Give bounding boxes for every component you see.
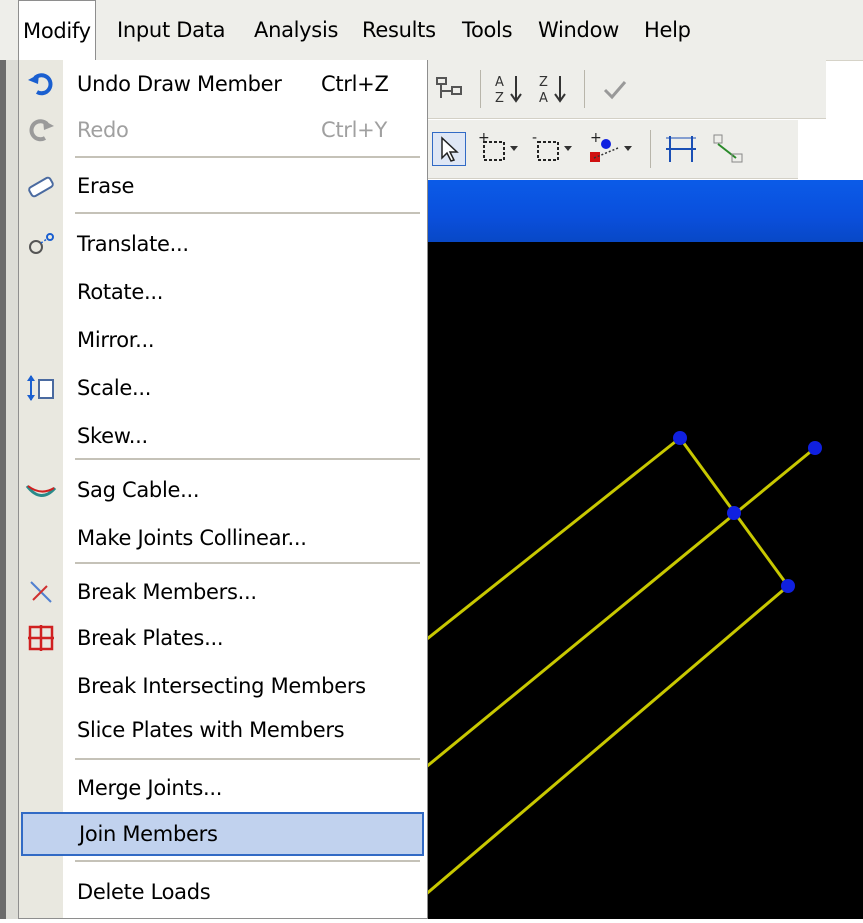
tree-view-icon[interactable]	[434, 74, 464, 104]
menu-item-label: Translate...	[77, 232, 189, 256]
menu-item-mirror[interactable]: Mirror...	[21, 318, 424, 362]
menu-input-data[interactable]: Input Data	[113, 0, 229, 60]
menu-item-make-joints-collinear[interactable]: Make Joints Collinear...	[21, 516, 424, 560]
menu-item-label: Join Members	[79, 822, 218, 846]
menu-item-join-members[interactable]: Join Members	[21, 812, 424, 856]
select-joints-icon[interactable]: +	[584, 130, 640, 168]
menu-item-label: Slice Plates with Members	[77, 718, 345, 742]
menu-item-sag-cable[interactable]: Sag Cable...	[21, 468, 424, 512]
menu-item-label: Undo Draw Member	[77, 72, 282, 96]
menu-separator	[75, 212, 420, 214]
svg-text:Z: Z	[539, 75, 548, 90]
svg-text:-: -	[532, 130, 537, 146]
menu-item-label: Mirror...	[77, 328, 155, 352]
frame-members-icon[interactable]	[662, 130, 702, 168]
menu-item-break-members[interactable]: Break Members...	[21, 570, 424, 614]
menu-item-slice-plates-with-members[interactable]: Slice Plates with Members	[21, 708, 424, 752]
menu-separator	[75, 562, 420, 564]
sort-ascending-icon[interactable]: AZ	[494, 72, 526, 106]
menu-separator	[75, 860, 420, 862]
menu-item-label: Break Plates...	[77, 626, 224, 650]
svg-text:+: +	[590, 130, 602, 146]
toolbar-separator	[584, 70, 585, 108]
menu-item-scale[interactable]: Scale...	[21, 366, 424, 410]
menu-item-label: Merge Joints...	[77, 776, 223, 800]
menu-separator	[75, 758, 420, 760]
menu-item-break-plates[interactable]: Break Plates...	[21, 616, 424, 660]
menu-bar: Modify Input Data Analysis Results Tools…	[0, 0, 863, 61]
translate-icon	[25, 228, 57, 260]
menu-item-erase[interactable]: Erase	[21, 164, 424, 208]
joint-node[interactable]	[673, 431, 687, 445]
svg-text:A: A	[539, 91, 548, 106]
break-plates-icon	[25, 622, 57, 654]
toolbar-separator	[480, 70, 481, 108]
window-frame-edge	[0, 60, 6, 919]
toolbar-row-1: AZ ZA	[428, 60, 826, 119]
joint-node[interactable]	[781, 579, 795, 593]
menu-item-label: Make Joints Collinear...	[77, 526, 307, 550]
menu-item-translate[interactable]: Translate...	[21, 222, 424, 266]
menu-item-label: Delete Loads	[77, 880, 211, 904]
menu-item-delete-loads[interactable]: Delete Loads	[21, 870, 424, 914]
menu-item-break-intersecting-members[interactable]: Break Intersecting Members	[21, 664, 424, 708]
sort-descending-icon[interactable]: ZA	[538, 72, 570, 106]
add-selection-box-icon[interactable]: +	[476, 130, 526, 168]
break-members-icon	[25, 576, 57, 608]
menu-analysis[interactable]: Analysis	[250, 0, 342, 60]
eraser-icon	[25, 170, 57, 202]
menu-separator	[75, 458, 420, 460]
menu-item-shortcut: Ctrl+Y	[321, 118, 387, 142]
sag-cable-icon	[25, 474, 57, 506]
menu-window[interactable]: Window	[534, 0, 623, 60]
menu-item-rotate[interactable]: Rotate...	[21, 270, 424, 314]
menu-item-label: Erase	[77, 174, 135, 198]
svg-text:A: A	[495, 75, 504, 90]
toolbar-separator	[650, 130, 651, 168]
check-icon[interactable]	[600, 74, 630, 104]
menu-item-label: Rotate...	[77, 280, 164, 304]
menu-item-label: Break Members...	[77, 580, 257, 604]
undo-icon	[25, 68, 57, 100]
menu-item-label: Skew...	[77, 424, 148, 448]
menu-item-label: Redo	[77, 118, 129, 142]
toolbar-row-2: + - +	[428, 120, 798, 179]
menu-item-undo[interactable]: Undo Draw Member Ctrl+Z	[21, 62, 424, 106]
menu-modify[interactable]: Modify	[18, 0, 96, 60]
joint-node[interactable]	[727, 506, 741, 520]
menu-help[interactable]: Help	[640, 0, 695, 60]
menu-separator	[75, 156, 420, 158]
menu-item-shortcut: Ctrl+Z	[321, 72, 389, 96]
menu-item-label: Sag Cable...	[77, 478, 200, 502]
redo-icon	[25, 114, 57, 146]
remove-selection-box-icon[interactable]: -	[530, 130, 580, 168]
menu-item-skew[interactable]: Skew...	[21, 414, 424, 458]
menu-item-label: Break Intersecting Members	[77, 674, 366, 698]
svg-text:+: +	[478, 130, 490, 146]
modify-dropdown-menu: Undo Draw Member Ctrl+Z Redo Ctrl+Y Eras…	[18, 60, 428, 919]
svg-text:Z: Z	[495, 91, 504, 106]
menu-item-label: Scale...	[77, 376, 152, 400]
member-line[interactable]	[397, 584, 789, 920]
member-line[interactable]	[397, 436, 681, 664]
scale-icon	[25, 372, 57, 404]
plates-grid-icon[interactable]	[708, 130, 748, 168]
select-pointer-icon[interactable]	[432, 132, 466, 166]
menu-results[interactable]: Results	[358, 0, 440, 60]
joint-node[interactable]	[808, 441, 822, 455]
menu-item-merge-joints[interactable]: Merge Joints...	[21, 766, 424, 810]
menu-item-redo[interactable]: Redo Ctrl+Y	[21, 108, 424, 152]
menu-tools[interactable]: Tools	[458, 0, 516, 60]
